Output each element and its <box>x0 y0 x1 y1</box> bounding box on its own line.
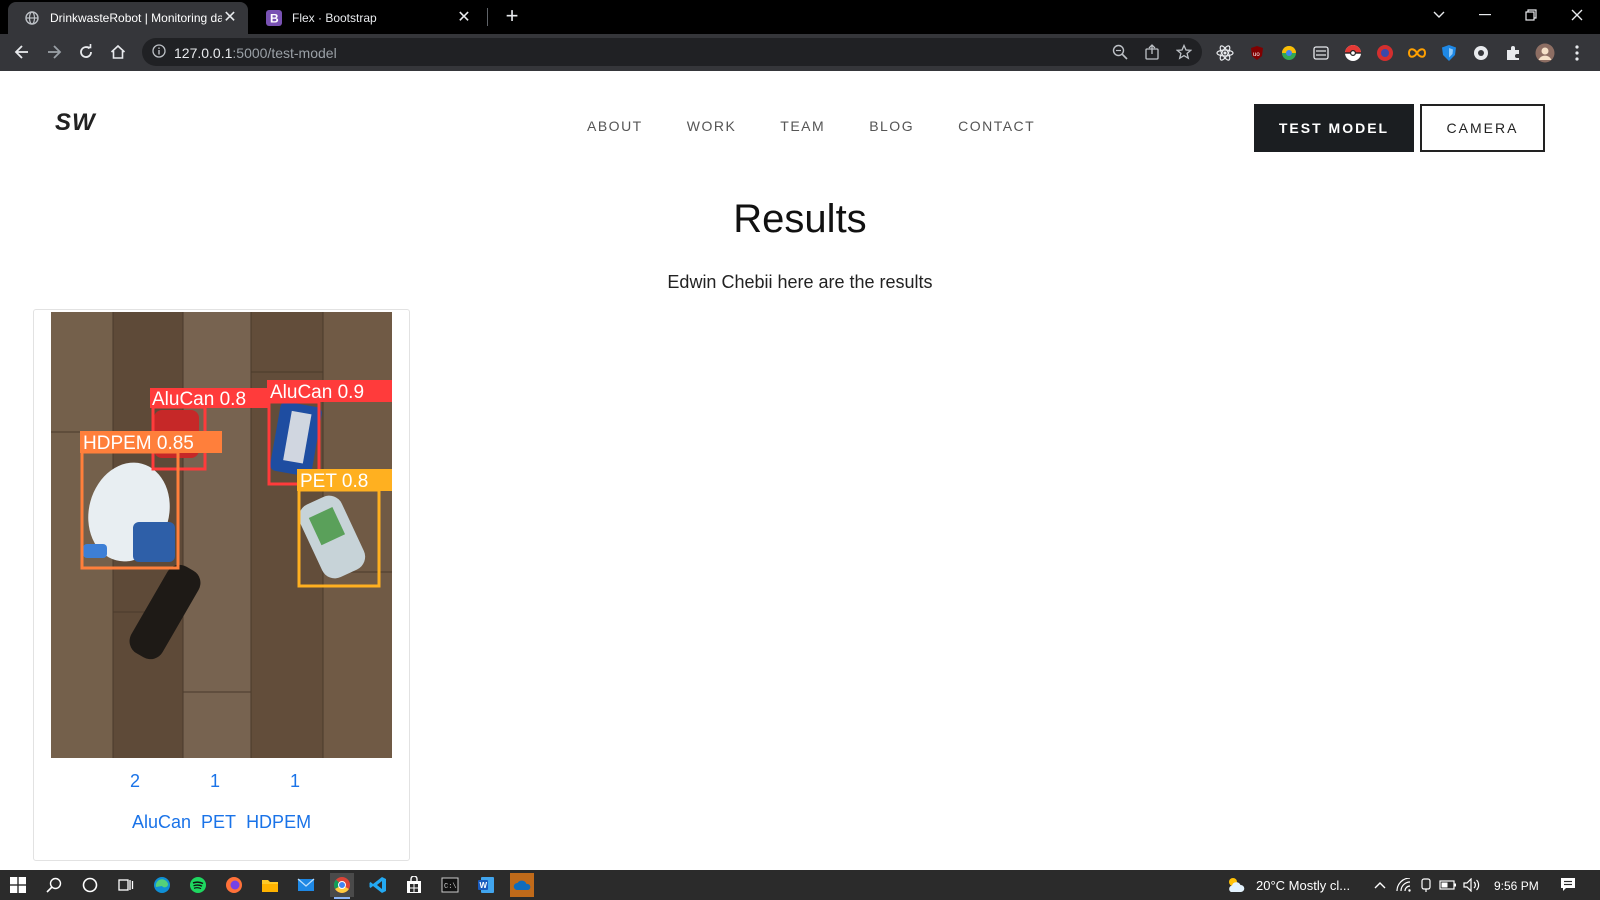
minimize-icon[interactable] <box>1462 0 1508 30</box>
svg-text:W: W <box>480 881 488 890</box>
share-icon[interactable] <box>1144 44 1160 60</box>
search-icon[interactable] <box>42 873 66 897</box>
nav-blog[interactable]: BLOG <box>869 118 914 134</box>
close-tab-icon[interactable]: ✕ <box>222 10 238 26</box>
count-hdpem: 1 <box>290 771 301 791</box>
results-subtitle: Edwin Chebii here are the results <box>667 272 933 292</box>
browser-menu-icon[interactable] <box>1567 43 1587 63</box>
detection-result-image: AluCan 0.8 AluCan 0.9 HDPEM 0.85 PET 0.8 <box>51 312 392 758</box>
onedrive-icon[interactable] <box>510 873 534 897</box>
detection-label: AluCan 0.9 <box>270 382 364 403</box>
result-card: AluCan 0.8 AluCan 0.9 HDPEM 0.85 PET 0.8… <box>33 309 410 861</box>
tab-title: Flex · Bootstrap <box>292 11 377 25</box>
globe-icon <box>24 10 40 26</box>
address-bar[interactable]: 127.0.0.1:5000/test-model <box>142 38 1202 66</box>
windows-taskbar: C:\ W 20°C Mostly cl... 9:56 PM <box>0 870 1600 900</box>
cloud-extension-icon[interactable] <box>1311 43 1331 63</box>
shield-icon[interactable] <box>1439 43 1459 63</box>
terminal-icon[interactable]: C:\ <box>438 873 462 897</box>
url-text: 127.0.0.1:5000/test-model <box>174 45 337 61</box>
close-tab-icon[interactable]: ✕ <box>456 10 472 26</box>
back-icon[interactable] <box>8 38 36 66</box>
test-model-button[interactable]: TEST MODEL <box>1254 104 1414 152</box>
restore-icon[interactable] <box>1508 0 1554 30</box>
weather-icon[interactable] <box>1224 873 1248 897</box>
count-pet: 1 <box>210 771 221 791</box>
vpn-extension-icon[interactable] <box>1375 43 1395 63</box>
detection-classes: AluCan PET HDPEM <box>132 812 311 833</box>
svg-text:B: B <box>270 12 279 26</box>
weather-text[interactable]: 20°C Mostly cl... <box>1256 878 1350 893</box>
notifications-icon[interactable] <box>1556 873 1580 897</box>
colorful-extension-icon[interactable] <box>1279 43 1299 63</box>
bookmark-star-icon[interactable] <box>1175 43 1193 60</box>
new-tab-icon[interactable]: + <box>500 4 524 28</box>
main-nav: ABOUT WORK TEAM BLOG CONTACT <box>587 118 1079 134</box>
svg-text:uo: uo <box>1253 52 1260 58</box>
nav-work[interactable]: WORK <box>687 118 737 134</box>
tab-separator <box>487 8 488 26</box>
close-window-icon[interactable] <box>1554 0 1600 30</box>
pokeball-icon[interactable] <box>1343 43 1363 63</box>
meet-now-icon[interactable] <box>1414 873 1438 897</box>
edge-icon[interactable] <box>150 873 174 897</box>
browser-tab-bar: DrinkwasteRobot | Monitoring da ✕ B Flex… <box>0 0 1600 34</box>
nav-about[interactable]: ABOUT <box>587 118 643 134</box>
firefox-icon[interactable] <box>222 873 246 897</box>
wifi-icon[interactable] <box>1392 873 1416 897</box>
file-explorer-icon[interactable] <box>258 873 282 897</box>
bootstrap-icon: B <box>266 10 282 26</box>
forward-icon[interactable] <box>40 38 68 66</box>
extensions-puzzle-icon[interactable] <box>1503 43 1523 63</box>
class-alucan: AluCan <box>132 812 192 832</box>
vscode-icon[interactable] <box>366 873 390 897</box>
cortana-icon[interactable] <box>78 873 102 897</box>
chevron-up-icon[interactable] <box>1368 873 1392 897</box>
volume-icon[interactable] <box>1460 873 1484 897</box>
web-page: SW ABOUT WORK TEAM BLOG CONTACT TEST MOD… <box>0 71 1600 870</box>
home-icon[interactable] <box>104 38 132 66</box>
store-icon[interactable] <box>402 873 426 897</box>
task-view-icon[interactable] <box>114 873 138 897</box>
reload-icon[interactable] <box>72 38 100 66</box>
site-info-icon[interactable] <box>152 44 166 63</box>
site-brand-logo[interactable]: SW <box>55 109 96 137</box>
battery-icon[interactable] <box>1436 873 1460 897</box>
zoom-icon[interactable] <box>1112 44 1128 60</box>
detection-label: AluCan 0.8 <box>152 389 246 410</box>
detection-label: PET 0.8 <box>300 471 368 492</box>
count-alucan: 2 <box>130 771 141 791</box>
tab-drinkwaste[interactable]: DrinkwasteRobot | Monitoring da ✕ <box>8 2 248 34</box>
nav-contact[interactable]: CONTACT <box>958 118 1035 134</box>
tab-bootstrap[interactable]: B Flex · Bootstrap ✕ <box>250 2 482 34</box>
detection-label: HDPEM 0.85 <box>83 433 194 454</box>
spotify-icon[interactable] <box>186 873 210 897</box>
class-hdpem: HDPEM <box>246 812 312 832</box>
svg-text:C:\: C:\ <box>444 883 457 891</box>
word-icon[interactable]: W <box>474 873 498 897</box>
react-devtools-icon[interactable] <box>1215 43 1235 63</box>
nav-team[interactable]: TEAM <box>780 118 825 134</box>
clock-time[interactable]: 9:56 PM <box>1494 879 1539 893</box>
class-pet: PET <box>201 812 237 832</box>
ublock-icon[interactable]: uo <box>1247 43 1267 63</box>
circle-extension-icon[interactable] <box>1471 43 1491 63</box>
windows-start-icon[interactable] <box>6 873 30 897</box>
infinity-icon[interactable] <box>1407 43 1427 63</box>
camera-button[interactable]: CAMERA <box>1420 104 1545 152</box>
tab-search-icon[interactable] <box>1416 0 1462 30</box>
mail-icon[interactable] <box>294 873 318 897</box>
chrome-taskbar-icon[interactable] <box>330 873 354 899</box>
page-title: Results <box>733 197 867 241</box>
tab-title: DrinkwasteRobot | Monitoring da <box>50 11 222 25</box>
detection-image-svg: AluCan 0.8 AluCan 0.9 HDPEM 0.85 PET 0.8 <box>51 312 392 758</box>
profile-avatar-icon[interactable] <box>1535 43 1555 63</box>
